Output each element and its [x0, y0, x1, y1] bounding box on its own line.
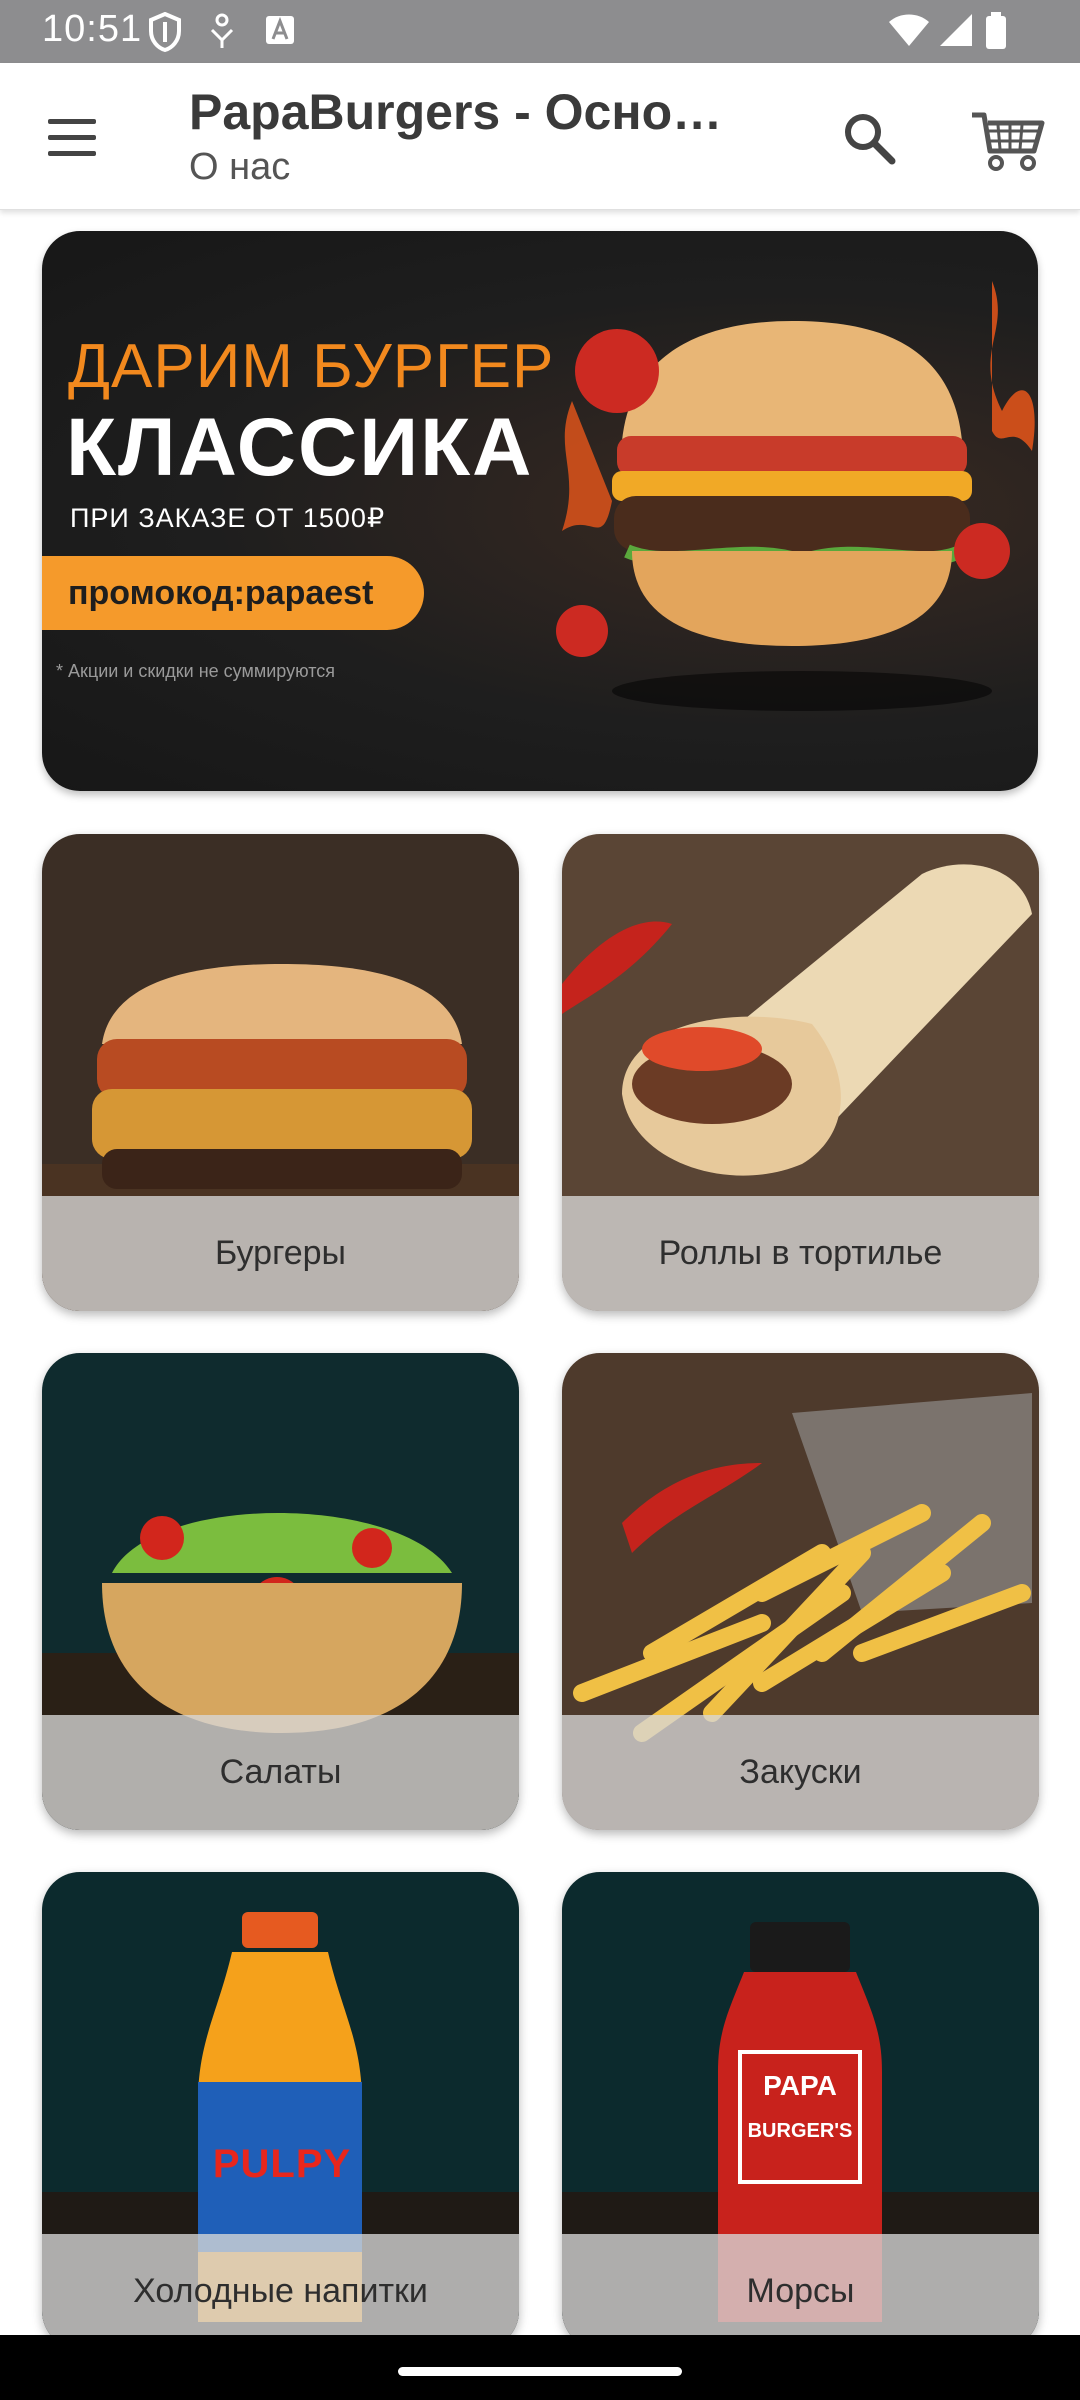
cart-icon — [972, 112, 1045, 171]
category-card-rolls[interactable]: Роллы в тортилье — [562, 834, 1039, 1311]
promo-banner[interactable]: ДАРИМ БУРГЕР КЛАССИКА ПРИ ЗАКАЗЕ ОТ 1500… — [42, 231, 1038, 791]
burger-image — [556, 281, 1035, 711]
category-label: Закуски — [562, 1715, 1039, 1830]
menu-icon-bar — [48, 135, 96, 140]
mors-brand-line2: BURGER'S — [747, 2120, 853, 2142]
page-title: PapaBurgers - Осно… — [189, 84, 723, 140]
status-time: 10:51 — [42, 8, 143, 50]
cart-button[interactable] — [968, 101, 1048, 181]
category-card-fruit-drinks[interactable]: PAPA BURGER'S Морсы — [562, 1872, 1039, 2335]
search-icon — [845, 114, 896, 165]
status-bar: 10:51 — [0, 0, 1080, 63]
content-scroll[interactable]: ДАРИМ БУРГЕР КЛАССИКА ПРИ ЗАКАЗЕ ОТ 1500… — [0, 210, 1080, 2335]
vpn-key-icon — [210, 13, 234, 48]
promo-product: КЛАССИКА — [66, 402, 534, 493]
menu-button[interactable] — [40, 111, 104, 165]
category-label: Роллы в тортилье — [562, 1196, 1039, 1311]
wifi-icon — [889, 14, 929, 46]
category-card-salads[interactable]: Салаты — [42, 1353, 519, 1830]
promo-headline: ДАРИМ БУРГЕР — [68, 332, 555, 401]
search-button[interactable] — [838, 107, 902, 171]
category-card-burgers[interactable]: Бургеры — [42, 834, 519, 1311]
signal-icon — [940, 14, 972, 46]
home-gesture-handle[interactable] — [398, 2367, 682, 2376]
promo-code-badge: промокод:papaest — [42, 556, 424, 630]
screen: 10:51 PapaBurgers - Осно… О нас ДАРИМ БУ… — [0, 0, 1080, 2400]
category-label: Салаты — [42, 1715, 519, 1830]
navigation-bar — [0, 2335, 1080, 2400]
mors-brand-line1: PAPA — [763, 2070, 837, 2101]
category-card-snacks[interactable]: Закуски — [562, 1353, 1039, 1830]
category-label: Морсы — [562, 2234, 1039, 2335]
menu-icon — [48, 119, 96, 124]
category-label: Бургеры — [42, 1196, 519, 1311]
page-subtitle: О нас — [189, 146, 291, 188]
battery-icon — [986, 12, 1006, 49]
category-label: Холодные напитки — [42, 2234, 519, 2335]
drink-brand-text: PULPY — [212, 2142, 352, 2186]
text-a-icon — [266, 16, 294, 44]
app-bar: PapaBurgers - Осно… О нас — [0, 63, 1080, 210]
title-block: PapaBurgers - Осно… О нас — [189, 81, 749, 191]
menu-icon-bar — [48, 151, 96, 156]
promo-condition: ПРИ ЗАКАЗЕ ОТ 1500₽ — [70, 503, 386, 533]
category-card-cold-drinks[interactable]: PULPY Холодные напитки — [42, 1872, 519, 2335]
shield-icon — [149, 12, 181, 52]
promo-note: * Акции и скидки не суммируются — [56, 661, 335, 681]
